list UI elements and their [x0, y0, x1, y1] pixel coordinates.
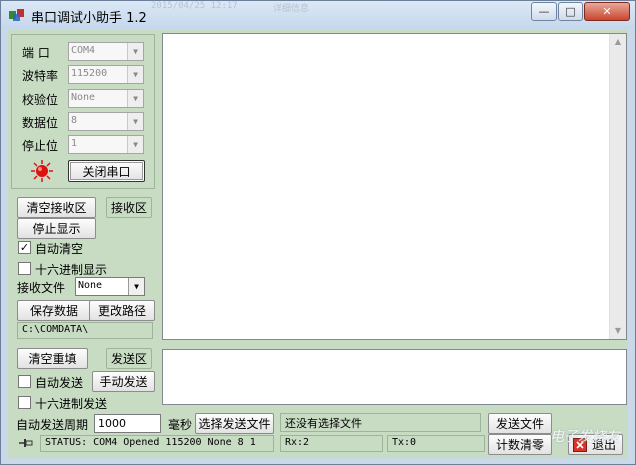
- clear-count-button[interactable]: 计数清零: [488, 434, 552, 455]
- auto-send-checkbox[interactable]: [18, 375, 31, 388]
- window-title: 串口调试小助手 1.2: [31, 11, 147, 26]
- chevron-down-icon: ▼: [127, 90, 143, 107]
- watermark-logo: 电子发烧友: [550, 429, 620, 445]
- chevron-down-icon: ▼: [127, 66, 143, 83]
- manual-send-button[interactable]: 手动发送: [92, 371, 155, 392]
- parity-label: 校验位: [22, 93, 59, 107]
- select-send-file-button[interactable]: 选择发送文件: [195, 413, 274, 434]
- baud-label: 波特率: [22, 69, 59, 83]
- hex-display-checkbox[interactable]: [18, 262, 31, 275]
- receive-file-select[interactable]: None ▼: [75, 277, 145, 296]
- stopbits-select[interactable]: 1 ▼: [68, 135, 144, 154]
- port-label: 端 口: [22, 46, 50, 60]
- hex-send-checkbox[interactable]: [18, 396, 31, 409]
- app-window: 串口调试小助手 1.2 2015/04/25 12:17 详细信息 — □ ✕ …: [0, 0, 636, 465]
- client-area: 端 口 COM4 ▼ 波特率 115200 ▼ 校验位 None ▼ 数据位 8…: [8, 30, 628, 458]
- send-textarea[interactable]: [162, 349, 627, 405]
- tx-counter: Tx:0: [387, 435, 485, 452]
- status-text: STATUS: COM4 Opened 115200 None 8 1: [40, 435, 274, 452]
- hex-display-label: 十六进制显示: [35, 263, 108, 277]
- minimize-button[interactable]: —: [531, 2, 557, 21]
- parity-select[interactable]: None ▼: [68, 89, 144, 108]
- title-bar[interactable]: 串口调试小助手 1.2 2015/04/25 12:17 详细信息 — □ ✕: [1, 1, 635, 29]
- scroll-up-icon[interactable]: ▲: [610, 34, 626, 50]
- stop-display-button[interactable]: 停止显示: [17, 218, 96, 239]
- background-text: 2015/04/25 12:17: [151, 1, 238, 11]
- receive-area-label: 接收区: [106, 197, 152, 218]
- auto-clear-label: 自动清空: [35, 242, 84, 256]
- save-path-display: C:\COMDATA\: [17, 322, 153, 339]
- period-unit-label: 毫秒: [168, 418, 193, 432]
- chevron-down-icon: ▼: [127, 43, 143, 60]
- auto-send-label: 自动发送: [35, 376, 84, 390]
- pin-icon[interactable]: [18, 436, 34, 450]
- receive-textarea[interactable]: ▲ ▼: [162, 33, 627, 340]
- chevron-down-icon: ▼: [128, 278, 144, 295]
- receive-scrollbar[interactable]: ▲ ▼: [609, 34, 626, 339]
- receive-file-label: 接收文件: [17, 281, 66, 295]
- app-icon: [9, 9, 24, 21]
- send-period-label: 自动发送周期: [16, 418, 89, 432]
- clear-resend-button[interactable]: 清空重填: [17, 348, 88, 369]
- clear-receive-button[interactable]: 清空接收区: [17, 197, 96, 218]
- port-select[interactable]: COM4 ▼: [68, 42, 144, 61]
- background-text: 详细信息: [273, 4, 310, 14]
- close-port-button[interactable]: 关闭串口: [68, 160, 145, 182]
- send-file-status: 还没有选择文件: [280, 413, 481, 432]
- stopbits-label: 停止位: [22, 139, 59, 153]
- databits-label: 数据位: [22, 116, 59, 130]
- chevron-down-icon: ▼: [127, 136, 143, 153]
- port-status-led-icon: [31, 160, 53, 182]
- send-period-input[interactable]: 1000: [94, 414, 161, 433]
- send-area-label: 发送区: [106, 348, 152, 369]
- chevron-down-icon: ▼: [127, 113, 143, 130]
- send-file-button[interactable]: 发送文件: [488, 413, 552, 434]
- port-settings-panel: 端 口 COM4 ▼ 波特率 115200 ▼ 校验位 None ▼ 数据位 8…: [11, 34, 155, 189]
- scroll-down-icon[interactable]: ▼: [610, 323, 626, 339]
- rx-counter: Rx:2: [280, 435, 383, 452]
- hex-send-label: 十六进制发送: [35, 397, 108, 411]
- save-data-button[interactable]: 保存数据: [17, 300, 91, 321]
- maximize-button[interactable]: □: [558, 2, 583, 21]
- databits-select[interactable]: 8 ▼: [68, 112, 144, 131]
- change-path-button[interactable]: 更改路径: [89, 300, 155, 321]
- baud-select[interactable]: 115200 ▼: [68, 65, 144, 84]
- auto-clear-checkbox[interactable]: ✓: [18, 241, 31, 254]
- close-button[interactable]: ✕: [584, 2, 630, 21]
